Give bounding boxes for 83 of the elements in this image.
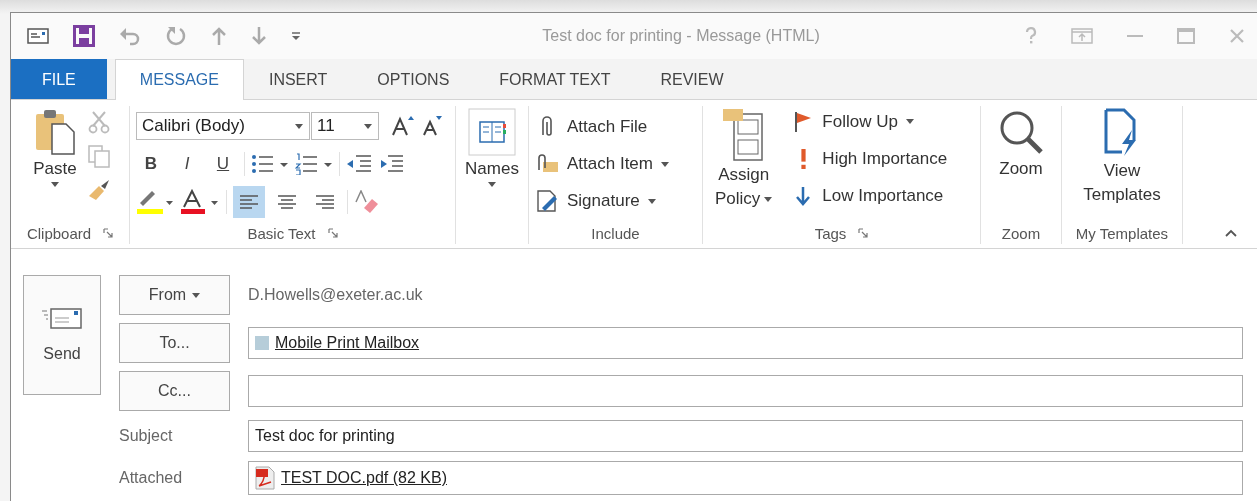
high-importance-button[interactable]: High Importance	[786, 143, 954, 174]
envelope-icon	[41, 307, 83, 329]
recipient-link[interactable]: Mobile Print Mailbox	[275, 334, 420, 352]
names-button[interactable]: Names	[461, 106, 523, 190]
ribbon-tab[interactable]: OPTIONS	[352, 59, 475, 99]
align-right-icon	[315, 194, 335, 210]
cc-button[interactable]: Cc...	[119, 371, 230, 411]
italic-button[interactable]: I	[172, 154, 202, 174]
grow-font-icon[interactable]	[391, 115, 415, 137]
font-color-icon[interactable]	[180, 189, 220, 215]
align-center-icon	[277, 194, 297, 210]
collapse-ribbon-icon[interactable]	[1225, 229, 1237, 237]
bullet-list-icon[interactable]	[251, 153, 289, 175]
numbered-list-icon[interactable]	[295, 153, 333, 175]
shrink-font-icon[interactable]	[421, 115, 443, 137]
underline-button[interactable]: U	[208, 154, 238, 174]
file-cabinet-icon	[721, 108, 766, 162]
zoom-button[interactable]: Zoom	[993, 106, 1049, 183]
eraser-icon[interactable]	[354, 190, 380, 214]
subject-field[interactable]: Test doc for printing	[248, 420, 1243, 452]
caret-icon	[295, 123, 303, 129]
caret-icon	[764, 196, 773, 202]
send-button[interactable]: Send	[23, 275, 101, 395]
pdf-icon	[255, 466, 275, 490]
cc-field[interactable]	[248, 375, 1243, 407]
attach-file-button[interactable]: Attach File	[529, 111, 654, 143]
bold-button[interactable]: B	[136, 154, 166, 174]
message-icon[interactable]	[27, 28, 49, 44]
increase-indent-icon[interactable]	[378, 154, 404, 174]
low-importance-button[interactable]: Low Importance	[786, 180, 950, 211]
caret-icon	[192, 292, 201, 298]
signature-button[interactable]: Signature	[529, 185, 662, 217]
font-size-dropdown[interactable]: 11	[311, 112, 379, 140]
dialog-launcher-icon[interactable]	[327, 228, 338, 238]
clipboard-icon	[34, 108, 76, 156]
view-templates-button[interactable]: View Templates	[1079, 106, 1165, 209]
font-dropdown[interactable]: Calibri (Body)	[136, 112, 310, 140]
attachment-link[interactable]: TEST DOC.pdf (82 KB)	[281, 469, 447, 487]
ribbon-tab[interactable]: INSERT	[243, 59, 353, 99]
from-button[interactable]: From	[119, 275, 230, 315]
group-label: Basic Text	[247, 224, 316, 242]
attached-label: Attached	[119, 469, 184, 487]
signature-icon	[535, 189, 559, 213]
ribbon-tab[interactable]: FILE	[11, 59, 107, 99]
caret-icon	[905, 119, 914, 124]
align-left-button[interactable]	[233, 186, 265, 218]
caret-icon	[51, 182, 59, 188]
undo-icon[interactable]	[119, 26, 141, 46]
exclamation-icon	[801, 148, 807, 169]
caret-icon	[661, 161, 669, 167]
attachment-field[interactable]: TEST DOC.pdf (82 KB)	[248, 461, 1243, 495]
align-left-icon	[239, 194, 259, 210]
window-title: Test doc for printing - Message (HTML)	[541, 27, 821, 45]
group-label: Clipboard	[26, 224, 92, 242]
group-label: Include	[591, 224, 640, 242]
attach-item-button[interactable]: Attach Item	[529, 148, 675, 180]
caret-icon	[364, 123, 372, 129]
dialog-launcher-icon[interactable]	[858, 228, 869, 238]
from-address: D.Howells@exeter.ac.uk	[248, 286, 423, 304]
address-book-icon	[468, 108, 516, 156]
assign-policy-button[interactable]: Assign Policy	[711, 106, 777, 213]
group-label: Zoom	[1001, 224, 1041, 242]
down-arrow-icon[interactable]	[251, 26, 267, 46]
redo-icon[interactable]	[165, 25, 187, 47]
up-arrow-icon[interactable]	[211, 26, 227, 46]
group-label: My Templates	[1075, 224, 1169, 242]
decrease-indent-icon[interactable]	[346, 154, 372, 174]
dialog-launcher-icon[interactable]	[103, 228, 114, 238]
ribbon-tab[interactable]: MESSAGE	[114, 59, 244, 100]
contact-icon	[255, 336, 269, 350]
follow-up-button[interactable]: Follow Up	[786, 106, 920, 137]
paste-button[interactable]: Paste	[29, 106, 81, 190]
ribbon-tab[interactable]: REVIEW	[635, 59, 749, 99]
caret-icon	[647, 198, 656, 204]
to-button[interactable]: To...	[119, 323, 230, 363]
subject-label: Subject	[119, 427, 174, 445]
caret-icon	[488, 182, 496, 188]
customize-icon[interactable]	[291, 31, 301, 41]
highlighter-icon[interactable]	[136, 189, 174, 215]
to-field[interactable]: Mobile Print Mailbox	[248, 327, 1243, 359]
ribbon-tab[interactable]: FORMAT TEXT	[474, 59, 636, 99]
save-icon[interactable]	[73, 25, 95, 47]
group-label: Tags	[814, 224, 847, 242]
